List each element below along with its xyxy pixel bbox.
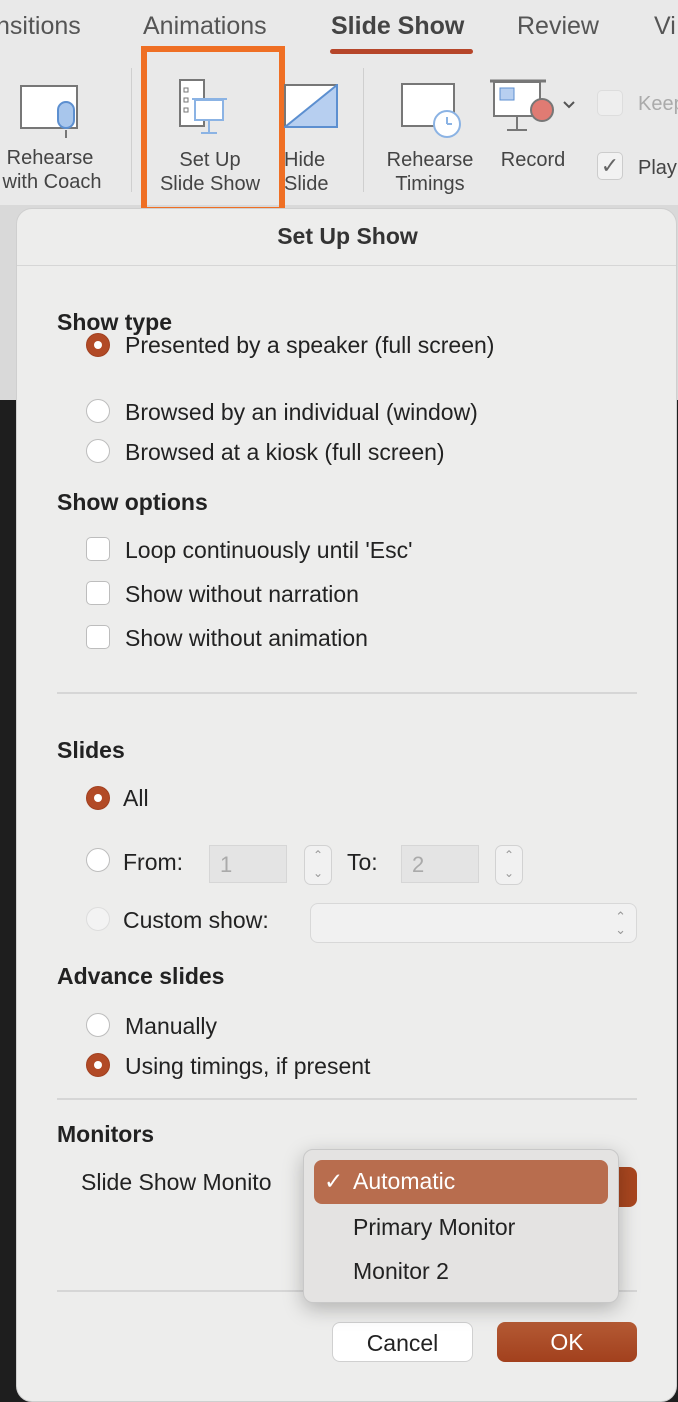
checkbox-without-animation[interactable]	[86, 625, 110, 649]
keep-checkbox[interactable]	[597, 90, 623, 116]
cancel-button[interactable]: Cancel	[332, 1322, 473, 1362]
ok-button[interactable]: OK	[497, 1322, 637, 1362]
play-label: Play	[638, 157, 677, 179]
rehearse-with-coach-button[interactable]: Rehearse with Coach	[0, 80, 110, 200]
record-icon	[490, 79, 575, 131]
radio-presented-by-speaker[interactable]	[86, 333, 110, 357]
dialog-title: Set Up Show	[277, 223, 418, 249]
divider	[57, 692, 637, 694]
highlight-box	[141, 46, 285, 213]
divider	[57, 1098, 637, 1100]
tab-transitions[interactable]: nsitions	[0, 12, 81, 41]
menu-item-primary-monitor[interactable]: Primary Monitor	[353, 1214, 515, 1241]
divider	[131, 68, 132, 192]
menu-item-monitor-2[interactable]: Monitor 2	[353, 1258, 449, 1285]
radio-from[interactable]	[86, 848, 110, 872]
menu-item-automatic[interactable]: ✓ Automatic	[314, 1160, 608, 1204]
show-options-heading: Show options	[57, 489, 208, 515]
slides-heading: Slides	[57, 737, 125, 763]
custom-show-select[interactable]: ⌃ ⌄	[310, 903, 637, 943]
slide-show-monitor-label: Slide Show Monito	[81, 1169, 272, 1195]
play-checkbox[interactable]: ✓	[597, 152, 623, 180]
hide-slide-button[interactable]: Hide Slide	[284, 84, 344, 200]
divider	[17, 265, 676, 266]
tab-view[interactable]: Vi	[654, 12, 676, 41]
coach-icon	[20, 85, 78, 138]
to-input[interactable]: 2	[401, 845, 479, 883]
radio-custom-show[interactable]	[86, 907, 110, 931]
rehearse-timings-button[interactable]: Rehearse Timings	[382, 82, 478, 200]
keep-label: Keep	[638, 93, 678, 115]
from-stepper[interactable]: ⌃ ⌄	[304, 845, 332, 885]
radio-browsed-kiosk[interactable]	[86, 439, 110, 463]
checkmark-icon: ✓	[324, 1168, 344, 1194]
divider	[363, 68, 364, 192]
monitor-dropdown-menu: ✓ Automatic Primary Monitor Monitor 2	[303, 1149, 619, 1303]
record-button[interactable]: Record	[490, 78, 580, 178]
advance-slides-heading: Advance slides	[57, 963, 225, 989]
radio-browsed-individual[interactable]	[86, 399, 110, 423]
from-input[interactable]: 1	[209, 845, 287, 883]
stopwatch-icon	[401, 83, 461, 138]
radio-manually[interactable]	[86, 1013, 110, 1037]
tab-animations[interactable]: Animations	[143, 12, 267, 41]
active-tab-indicator	[330, 49, 473, 54]
tab-review[interactable]: Review	[517, 12, 599, 41]
checkbox-without-narration[interactable]	[86, 581, 110, 605]
monitors-heading: Monitors	[57, 1121, 155, 1147]
radio-all-slides[interactable]	[86, 786, 110, 810]
tab-slide-show[interactable]: Slide Show	[331, 12, 464, 41]
updown-chevron-icon: ⌃ ⌄	[615, 909, 626, 937]
checkbox-loop[interactable]	[86, 537, 110, 561]
hide-slide-icon	[284, 84, 338, 128]
to-stepper[interactable]: ⌃ ⌄	[495, 845, 523, 885]
radio-using-timings[interactable]	[86, 1053, 110, 1077]
